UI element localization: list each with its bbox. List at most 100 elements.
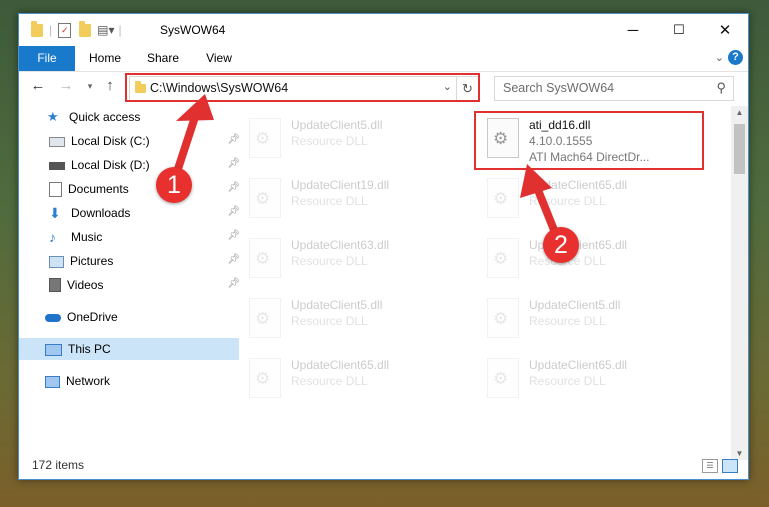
sidebar-item-local-disk-c[interactable]: Local Disk (C:) 📌︎ bbox=[19, 130, 243, 152]
videos-icon bbox=[49, 278, 61, 292]
folder-icon[interactable] bbox=[31, 20, 43, 37]
dll-file-icon bbox=[487, 298, 519, 338]
sidebar-item-downloads[interactable]: ⬇ Downloads 📌︎ bbox=[19, 202, 243, 224]
file-type: Resource DLL bbox=[529, 194, 606, 208]
close-button[interactable]: ✕ bbox=[702, 14, 748, 46]
list-item[interactable]: UpdateClient65.dll Resource DLL bbox=[479, 172, 701, 222]
search-input[interactable]: Search SysWOW64 bbox=[503, 81, 614, 95]
list-item[interactable]: UpdateClient65.dll Resource DLL bbox=[479, 352, 701, 402]
vertical-scrollbar[interactable]: ▲ ▼ bbox=[731, 106, 748, 460]
file-name: UpdateClient65.dll bbox=[291, 358, 390, 372]
sidebar-item-label: Network bbox=[66, 374, 111, 388]
file-type: Resource DLL bbox=[291, 374, 368, 388]
dll-file-icon bbox=[487, 358, 519, 398]
drive-icon bbox=[49, 137, 65, 147]
sidebar-item-quick-access[interactable]: ★ Quick access bbox=[19, 106, 241, 128]
file-type: Resource DLL bbox=[291, 254, 368, 268]
toolbar-divider: | bbox=[49, 23, 53, 37]
explorer-window: | ✓ ▤▾ | SysWOW64 ─ ☐ ✕ File Home Share … bbox=[18, 13, 749, 480]
list-item[interactable]: UpdateClient65.dll Resource DLL bbox=[241, 352, 463, 402]
scrollbar-thumb[interactable] bbox=[734, 124, 745, 174]
documents-icon bbox=[49, 181, 62, 197]
list-item[interactable]: UpdateClient5.dll Resource DLL bbox=[479, 292, 701, 342]
sidebar-item-local-disk-d[interactable]: Local Disk (D:) 📌︎ bbox=[19, 154, 243, 176]
sidebar-item-pictures[interactable]: Pictures 📌︎ bbox=[19, 250, 243, 272]
dll-file-icon bbox=[487, 238, 519, 278]
new-folder-icon[interactable] bbox=[79, 20, 92, 37]
list-item[interactable]: UpdateClient5.dll Resource DLL bbox=[241, 112, 463, 162]
pictures-icon bbox=[49, 256, 64, 268]
help-icon[interactable]: ? bbox=[728, 50, 743, 65]
file-name: ati_dd16.dll bbox=[529, 118, 591, 132]
customize-toolbar-icon[interactable]: ▤▾ bbox=[97, 23, 114, 37]
music-icon: ♪ bbox=[49, 229, 56, 245]
navigation-bar: ← → ▾ ↑ C:\Windows\SysWOW64 ⌄ ↻ Search S… bbox=[19, 72, 748, 102]
file-type: Resource DLL bbox=[291, 194, 368, 208]
tab-home[interactable]: Home bbox=[83, 46, 127, 71]
sidebar-item-music[interactable]: ♪ Music 📌︎ bbox=[19, 226, 243, 248]
file-name: UpdateClient65.dll bbox=[529, 178, 628, 192]
dll-file-icon bbox=[487, 178, 519, 218]
back-arrow-icon[interactable]: ← bbox=[29, 77, 47, 95]
tab-file[interactable]: File bbox=[19, 46, 75, 71]
file-name: UpdateClient63.dll bbox=[291, 238, 390, 252]
step-2-badge: 2 bbox=[543, 227, 579, 263]
expand-ribbon-icon[interactable]: ⌄ bbox=[715, 51, 724, 64]
tiles-view-icon[interactable] bbox=[722, 459, 738, 473]
list-item[interactable]: UpdateClient19.dll Resource DLL bbox=[241, 172, 463, 222]
sidebar-item-label: OneDrive bbox=[67, 310, 118, 324]
folder-icon bbox=[135, 81, 146, 93]
onedrive-icon bbox=[45, 314, 61, 322]
maximize-button[interactable]: ☐ bbox=[656, 14, 702, 46]
properties-icon[interactable]: ✓ bbox=[58, 22, 72, 38]
file-name: UpdateClient5.dll bbox=[529, 298, 621, 312]
sidebar-item-label: Pictures bbox=[70, 254, 114, 268]
tab-view[interactable]: View bbox=[199, 46, 239, 71]
toolbar-divider: | bbox=[118, 23, 122, 37]
sidebar-item-documents[interactable]: Documents 📌︎ bbox=[19, 178, 243, 200]
file-name: UpdateClient5.dll bbox=[291, 118, 383, 132]
sidebar-item-this-pc[interactable]: This PC bbox=[19, 338, 239, 360]
dll-file-icon bbox=[249, 358, 281, 398]
dll-file-icon bbox=[249, 238, 281, 278]
minimize-button[interactable]: ─ bbox=[610, 14, 656, 46]
file-list: UpdateClient5.dll Resource DLL UpdateCli… bbox=[231, 106, 731, 461]
star-icon: ★ bbox=[47, 109, 59, 124]
list-item[interactable]: UpdateClient5.dll Resource DLL bbox=[241, 292, 463, 342]
file-version: 4.10.0.1555 bbox=[529, 134, 593, 148]
network-icon bbox=[45, 375, 60, 388]
sidebar-item-label: Videos bbox=[67, 278, 104, 292]
highlighted-file-ati-dd16[interactable]: ati_dd16.dll 4.10.0.1555 ATI Mach64 Dire… bbox=[479, 112, 701, 164]
list-item[interactable]: UpdateClient65.dll Resource DLL bbox=[479, 232, 701, 282]
address-path[interactable]: C:\Windows\SysWOW64 bbox=[150, 81, 288, 95]
file-name: UpdateClient19.dll bbox=[291, 178, 390, 192]
sidebar-item-onedrive[interactable]: OneDrive bbox=[19, 306, 239, 328]
tab-share[interactable]: Share bbox=[141, 46, 185, 71]
address-dropdown-icon[interactable]: ⌄ bbox=[443, 80, 452, 93]
recent-locations-icon[interactable]: ▾ bbox=[81, 77, 99, 95]
this-pc-icon bbox=[45, 343, 62, 356]
downloads-icon: ⬇ bbox=[49, 205, 61, 221]
refresh-icon[interactable]: ↻ bbox=[456, 77, 478, 100]
dll-file-icon bbox=[249, 118, 281, 158]
sidebar-item-network[interactable]: Network bbox=[19, 370, 239, 392]
address-bar[interactable]: C:\Windows\SysWOW64 ⌄ ↻ bbox=[129, 76, 479, 101]
window-title: SysWOW64 bbox=[160, 23, 226, 37]
quick-access-toolbar: | ✓ ▤▾ | bbox=[31, 20, 126, 40]
status-bar: 172 items ☰ bbox=[19, 453, 748, 479]
scroll-up-icon[interactable]: ▲ bbox=[731, 108, 748, 117]
sidebar-item-label: Local Disk (C:) bbox=[71, 134, 150, 148]
details-view-icon[interactable]: ☰ bbox=[702, 459, 718, 473]
sidebar-item-label: Quick access bbox=[69, 110, 141, 124]
search-box[interactable]: Search SysWOW64 ⚲ bbox=[494, 76, 734, 101]
forward-arrow-icon[interactable]: → bbox=[57, 77, 75, 95]
item-count: 172 items bbox=[32, 458, 85, 472]
sidebar-item-videos[interactable]: Videos 📌︎ bbox=[19, 274, 243, 296]
search-icon[interactable]: ⚲ bbox=[716, 80, 726, 96]
up-arrow-icon[interactable]: ↑ bbox=[101, 77, 119, 95]
sidebar-item-label: This PC bbox=[68, 342, 111, 356]
list-item[interactable]: UpdateClient63.dll Resource DLL bbox=[241, 232, 463, 282]
sidebar-item-label: Local Disk (D:) bbox=[71, 158, 150, 172]
file-type: Resource DLL bbox=[529, 374, 606, 388]
dll-file-icon bbox=[249, 298, 281, 338]
